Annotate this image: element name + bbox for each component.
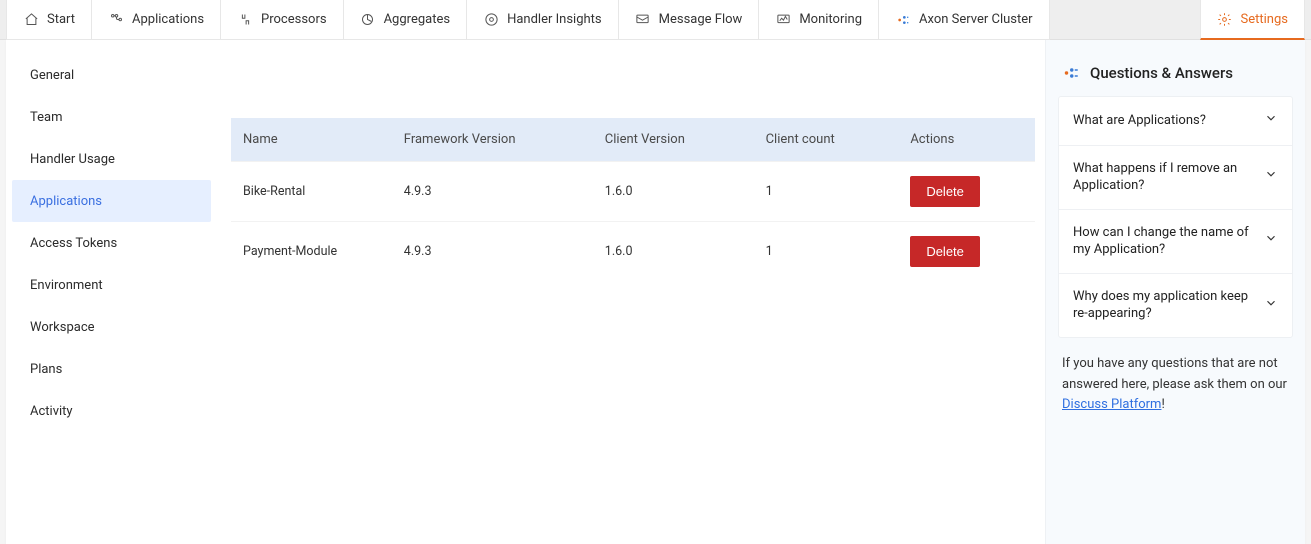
sidebar-item-workspace[interactable]: Workspace [12,306,211,348]
tab-label: Monitoring [799,12,862,27]
tab-applications[interactable]: Applications [91,0,221,40]
tab-handler-insights[interactable]: Handler Insights [466,0,619,40]
col-client-version: Client Version [593,118,754,162]
table-row: Payment-Module 4.9.3 1.6.0 1 Delete [231,222,1035,282]
sidebar-item-environment[interactable]: Environment [12,264,211,306]
tab-message-flow[interactable]: Message Flow [618,0,760,40]
qa-item-label: What happens if I remove an Application? [1073,160,1256,195]
qa-note: If you have any questions that are not a… [1058,338,1293,416]
tab-label: Aggregates [384,12,451,27]
sidebar-item-label: Environment [30,278,103,293]
qa-item-label: Why does my application keep re-appearin… [1073,288,1256,323]
tab-settings[interactable]: Settings [1200,0,1305,40]
qa-panel: Questions & Answers What are Application… [1045,40,1305,544]
qa-item[interactable]: What are Applications? [1059,97,1292,145]
qa-note-suffix: ! [1161,397,1164,412]
cell-name: Payment-Module [231,222,392,282]
tab-axon-server-cluster[interactable]: Axon Server Cluster [878,0,1050,40]
qa-item-label: What are Applications? [1073,112,1206,130]
sidebar-item-label: Team [30,110,63,125]
sidebar-item-applications[interactable]: Applications [12,180,211,222]
delete-button[interactable]: Delete [910,176,980,207]
tab-label: Message Flow [659,12,743,27]
axon-icon [895,12,911,28]
chevron-down-icon [1264,111,1278,131]
sidebar-item-label: Access Tokens [30,236,117,251]
cell-client-count: 1 [754,222,899,282]
monitoring-icon [775,12,791,28]
col-framework-version: Framework Version [392,118,593,162]
flow-icon [635,12,651,28]
qa-header: Questions & Answers [1058,64,1293,82]
qa-item[interactable]: How can I change the name of my Applicat… [1059,209,1292,273]
sidebar-item-plans[interactable]: Plans [12,348,211,390]
tab-start[interactable]: Start [6,0,92,40]
sidebar-item-label: Applications [30,194,102,209]
insights-icon [483,12,499,28]
sidebar: General Team Handler Usage Applications … [6,40,221,544]
delete-button[interactable]: Delete [910,236,980,267]
sidebar-item-label: Workspace [30,320,95,335]
table-row: Bike-Rental 4.9.3 1.6.0 1 Delete [231,162,1035,222]
cell-client-count: 1 [754,162,899,222]
cell-name: Bike-Rental [231,162,392,222]
qa-title: Questions & Answers [1090,64,1233,82]
axon-icon [1062,64,1080,82]
tab-label: Handler Insights [507,12,602,27]
sidebar-item-label: Plans [30,362,62,377]
chevron-down-icon [1264,167,1278,187]
tab-label: Axon Server Cluster [919,12,1033,27]
sidebar-item-label: General [30,68,74,83]
sidebar-item-label: Handler Usage [30,152,115,167]
applications-table: Name Framework Version Client Version Cl… [231,118,1035,281]
sidebar-item-general[interactable]: General [12,54,211,96]
qa-card: What are Applications? What happens if I… [1058,96,1293,338]
col-actions: Actions [898,118,1035,162]
qa-note-prefix: If you have any questions that are not a… [1062,356,1287,392]
cell-client-version: 1.6.0 [593,222,754,282]
tab-label: Applications [132,12,204,27]
topnav: Start Applications Processors Aggregates… [0,0,1311,40]
cell-framework-version: 4.9.3 [392,222,593,282]
chevron-down-icon [1264,296,1278,316]
chevron-down-icon [1264,231,1278,251]
processors-icon [237,12,253,28]
col-name: Name [231,118,392,162]
tab-label: Start [47,12,75,27]
gear-icon [1217,11,1233,27]
col-client-count: Client count [754,118,899,162]
tab-processors[interactable]: Processors [220,0,344,40]
tab-label: Settings [1241,12,1288,27]
aggregates-icon [360,12,376,28]
content: Name Framework Version Client Version Cl… [221,40,1045,544]
home-icon [23,12,39,28]
qa-item[interactable]: What happens if I remove an Application? [1059,145,1292,209]
discuss-platform-link[interactable]: Discuss Platform [1062,397,1161,412]
tab-label: Processors [261,12,327,27]
qa-item-label: How can I change the name of my Applicat… [1073,224,1256,259]
cell-actions: Delete [898,222,1035,282]
tab-monitoring[interactable]: Monitoring [758,0,879,40]
page: General Team Handler Usage Applications … [6,40,1305,544]
table-header-row: Name Framework Version Client Version Cl… [231,118,1035,162]
sidebar-item-handler-usage[interactable]: Handler Usage [12,138,211,180]
cell-actions: Delete [898,162,1035,222]
sidebar-item-activity[interactable]: Activity [12,390,211,432]
qa-item[interactable]: Why does my application keep re-appearin… [1059,273,1292,337]
sidebar-item-label: Activity [30,404,73,419]
sidebar-item-team[interactable]: Team [12,96,211,138]
cell-framework-version: 4.9.3 [392,162,593,222]
sidebar-item-access-tokens[interactable]: Access Tokens [12,222,211,264]
apps-icon [108,12,124,28]
topnav-spacer [1050,0,1201,39]
tab-aggregates[interactable]: Aggregates [343,0,468,40]
cell-client-version: 1.6.0 [593,162,754,222]
